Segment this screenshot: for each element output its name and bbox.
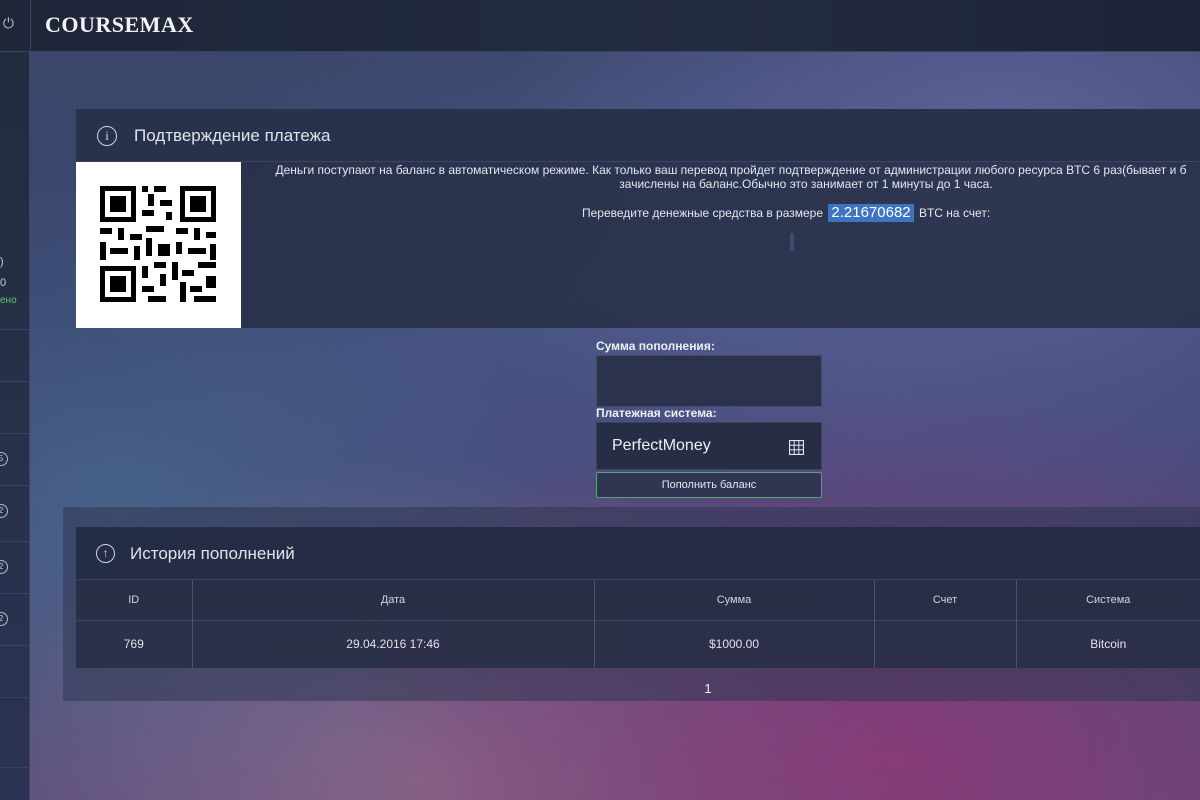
cell-date: 29.04.2016 17:46	[191, 619, 594, 668]
btc-amount[interactable]: 2.21670682	[828, 204, 914, 222]
sidebar-item[interactable]	[0, 697, 30, 749]
sidebar-badge: 2	[0, 504, 8, 518]
brand-logo[interactable]: COURSEMAX	[45, 12, 194, 38]
amount-input[interactable]	[596, 355, 822, 407]
column-header-system[interactable]: Система	[1015, 580, 1200, 620]
top-header: ⏻ COURSEMAX	[0, 0, 1200, 52]
sidebar-status-text: ено	[0, 295, 17, 306]
table-row: 769 29.04.2016 17:46 $1000.00 Bitcoin	[76, 619, 1200, 668]
power-icon[interactable]: ⏻	[0, 14, 14, 32]
sidebar-item[interactable]: 2	[0, 485, 30, 537]
pagination-page-1[interactable]: 1	[700, 681, 716, 696]
payment-system-label: Платежная система:	[596, 406, 717, 420]
sidebar-item[interactable]: 2	[0, 593, 30, 645]
sidebar-item[interactable]	[0, 645, 30, 697]
sidebar-item[interactable]	[0, 767, 30, 800]
column-header-date[interactable]: Дата	[191, 580, 594, 620]
sidebar-item[interactable]: 5	[0, 433, 30, 485]
wallet-address-field[interactable]	[790, 233, 794, 251]
sidebar-badge: 2	[0, 560, 8, 574]
sidebar-badge: 5	[0, 452, 8, 466]
sidebar-item[interactable]	[0, 381, 30, 433]
table-header-row: ID Дата Сумма Счет Система	[76, 580, 1200, 620]
history-table: ID Дата Сумма Счет Система 769 29.04.201…	[76, 580, 1200, 668]
cell-amount: $1000.00	[593, 619, 874, 668]
column-header-amount[interactable]: Сумма	[593, 580, 874, 620]
payment-confirmation-panel: i Подтверждение платежа Деньги поступают…	[76, 109, 1200, 328]
sidebar-item[interactable]	[0, 329, 30, 381]
info-icon: i	[97, 126, 117, 146]
column-header-id[interactable]: ID	[76, 580, 192, 620]
sidebar-badge: 2	[0, 612, 8, 626]
confirmation-message: Деньги поступают на баланс в автоматичес…	[262, 163, 1200, 191]
header-divider	[30, 0, 31, 52]
sidebar-partial-text: 0	[0, 277, 7, 289]
payment-system-value: PerfectMoney	[612, 437, 711, 454]
payment-system-select[interactable]: PerfectMoney	[596, 422, 822, 470]
arrow-up-circle-icon: ↑	[96, 544, 115, 563]
top-up-balance-button[interactable]: Пополнить баланс	[596, 472, 822, 498]
confirmation-line-1: Деньги поступают на баланс в автоматичес…	[275, 163, 1187, 177]
panel-title: Подтверждение платежа	[134, 126, 331, 145]
panel-header: i Подтверждение платежа	[76, 109, 1200, 162]
cell-account	[873, 619, 1016, 668]
amount-suffix: BTC на счет:	[918, 206, 991, 220]
amount-prefix: Переведите денежные средства в размере	[582, 206, 824, 220]
sidebar-item[interactable]: 2	[0, 541, 30, 593]
cell-id: 769	[76, 619, 192, 668]
qr-code	[76, 162, 241, 328]
sidebar-partial-text: )	[0, 256, 4, 268]
grid-icon	[789, 440, 804, 455]
column-header-account[interactable]: Счет	[873, 580, 1016, 620]
history-header: ↑ История пополнений	[76, 527, 1200, 579]
qr-code-icon	[100, 186, 216, 302]
amount-label: Сумма пополнения:	[596, 339, 715, 353]
history-title: История пополнений	[130, 544, 295, 563]
amount-instruction: Переведите денежные средства в размере 2…	[582, 204, 990, 222]
sidebar: ) 0 ено 5 2 2 2	[0, 52, 30, 800]
cell-system: Bitcoin	[1015, 619, 1200, 668]
confirmation-line-2: зачислены на баланс.Обычно это занимает …	[619, 177, 993, 191]
